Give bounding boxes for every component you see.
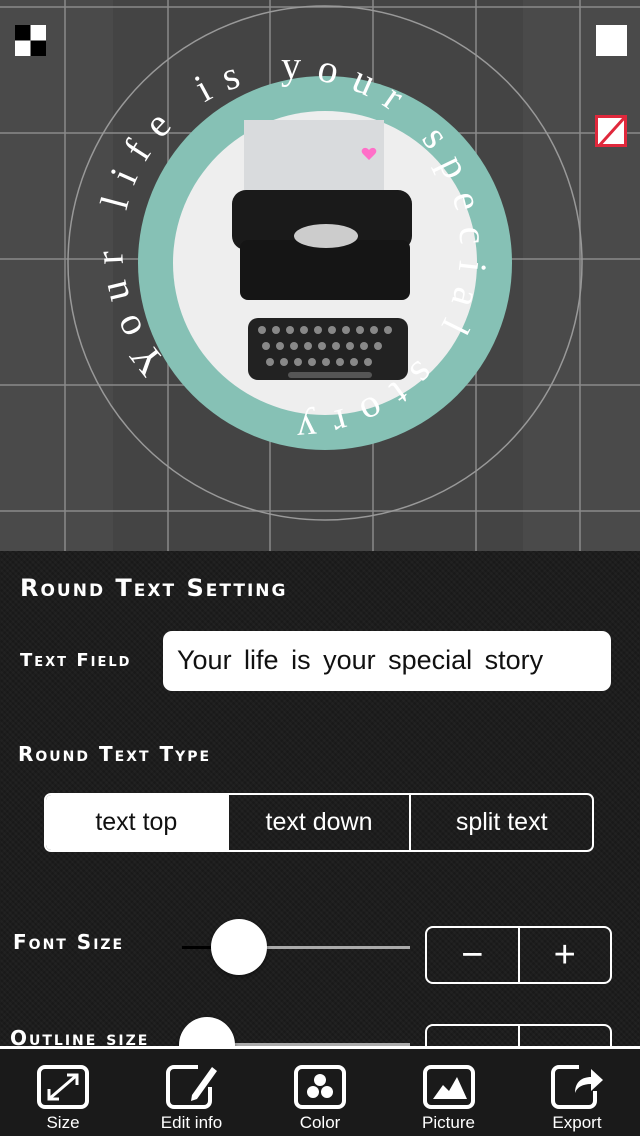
option-split-text[interactable]: split text xyxy=(409,795,592,850)
panel-title: Round Text Setting xyxy=(20,574,288,602)
no-color-icon[interactable] xyxy=(595,115,627,147)
edit-icon xyxy=(165,1065,217,1109)
tab-edit-info[interactable]: Edit info xyxy=(137,1049,247,1136)
option-text-top[interactable]: text top xyxy=(46,795,227,850)
tab-picture-label: Picture xyxy=(422,1113,475,1132)
picture-icon xyxy=(422,1065,475,1109)
tab-size[interactable]: Size xyxy=(8,1049,118,1136)
tab-picture[interactable]: Picture xyxy=(394,1049,504,1136)
font-size-stepper[interactable]: − + xyxy=(425,926,612,984)
tab-edit-info-label: Edit info xyxy=(160,1113,223,1132)
font-size-label: Font Size xyxy=(13,930,125,954)
option-text-down[interactable]: text down xyxy=(226,795,410,850)
round-text-type-segmented-control[interactable]: text top text down split text xyxy=(44,793,594,852)
tab-export-label: Export xyxy=(552,1113,602,1132)
text-field-input[interactable]: Your life is your special story xyxy=(163,631,611,691)
tab-export[interactable]: Export xyxy=(522,1049,632,1136)
color-icon xyxy=(294,1065,346,1109)
font-size-slider-thumb[interactable] xyxy=(211,919,267,975)
transparency-checker-icon[interactable] xyxy=(15,25,46,56)
increase-font-size-button[interactable]: + xyxy=(517,928,611,982)
export-icon xyxy=(551,1065,603,1109)
white-background-icon[interactable] xyxy=(596,25,627,56)
design-canvas[interactable]: Your life is your special story xyxy=(0,0,640,551)
tab-size-label: Size xyxy=(46,1113,80,1132)
text-field-label: Text Field xyxy=(20,650,132,671)
round-text-type-label: Round Text Type xyxy=(18,742,212,766)
tab-color[interactable]: Color xyxy=(265,1049,375,1136)
tab-color-label: Color xyxy=(299,1113,341,1132)
bottom-toolbar: Size Edit info Color Picture Export xyxy=(0,1046,640,1136)
canvas-artwork: Your life is your special story xyxy=(0,0,640,551)
resize-icon xyxy=(37,1065,89,1109)
decrease-font-size-button[interactable]: − xyxy=(427,928,518,982)
